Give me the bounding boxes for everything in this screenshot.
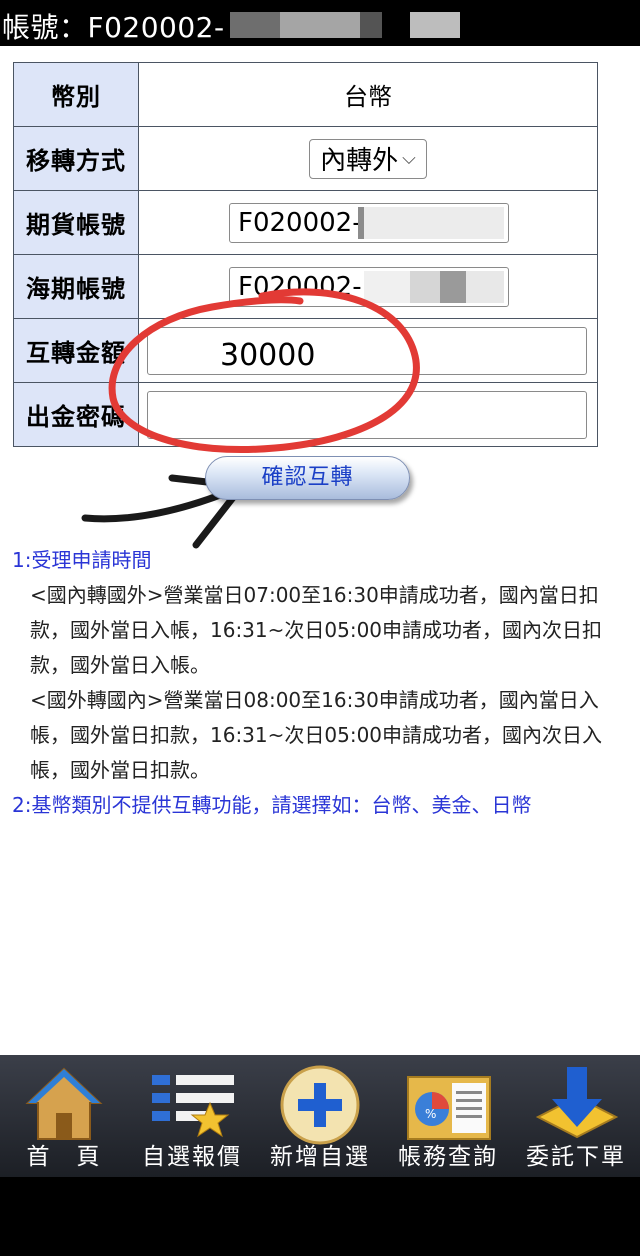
overseas-account-value: F020002- <box>238 272 362 302</box>
futures-account-value: F020002- <box>238 208 362 238</box>
download-arrow-icon <box>535 1067 619 1139</box>
notes: 1:受理申請時間 <國內轉國外>營業當日07:00至16:30申請成功者，國內當… <box>12 543 636 823</box>
redaction-mask <box>410 271 440 303</box>
currency-label: 幣別 <box>13 62 139 127</box>
row-transfer-method: 移轉方式 內轉外 ⌵ <box>13 126 598 191</box>
watchlist-icon <box>152 1075 234 1138</box>
transfer-amount-input[interactable]: 30000 <box>147 327 587 375</box>
account-label: 帳號：F020002- <box>2 11 225 44</box>
note-2: 2:基幣類別不提供互轉功能，請選擇如：台幣、美金、日幣 <box>12 793 532 817</box>
redaction-mask <box>280 12 360 38</box>
row-futures-account: 期貨帳號 F020002- <box>13 190 598 255</box>
nav-add-watch[interactable]: 新增自選 <box>256 1055 384 1177</box>
chevron-down-icon: ⌵ <box>402 148 416 169</box>
svg-text:%: % <box>425 1107 436 1121</box>
withdraw-password-input[interactable] <box>147 391 587 439</box>
nav-place-order-label: 委託下單 <box>526 1144 626 1170</box>
redaction-mask <box>466 271 504 303</box>
redaction-mask <box>410 12 460 38</box>
confirm-transfer-button[interactable]: 確認互轉 <box>205 456 410 500</box>
futures-account-label: 期貨帳號 <box>13 190 139 255</box>
overseas-account-label: 海期帳號 <box>13 254 139 319</box>
row-transfer-amount: 互轉金額 30000 <box>13 318 598 383</box>
nav-home[interactable]: 首 頁 <box>0 1055 128 1177</box>
transfer-method-select[interactable]: 內轉外 ⌵ <box>309 138 427 179</box>
nav-home-label: 首 頁 <box>26 1144 102 1170</box>
transfer-method-label: 移轉方式 <box>13 126 139 191</box>
plus-icon <box>280 1065 360 1145</box>
redaction-mask <box>364 271 410 303</box>
nav-account-query[interactable]: % 帳務查詢 <box>384 1055 512 1177</box>
nav-watchlist[interactable]: 自選報價 <box>128 1055 256 1177</box>
withdraw-password-label: 出金密碼 <box>13 382 139 447</box>
futures-account-field[interactable]: F020002- <box>229 203 509 243</box>
redaction-mask <box>440 271 466 303</box>
nav-place-order[interactable]: 委託下單 <box>512 1055 640 1177</box>
overseas-account-field[interactable]: F020002- <box>229 267 509 307</box>
nav-add-watch-label: 新增自選 <box>270 1144 370 1170</box>
redaction-mask <box>230 12 280 38</box>
note-1-domestic-to-foreign: <國內轉國外>營業當日07:00至16:30申請成功者，國內當日扣款，國外當日入… <box>30 583 603 677</box>
redaction-mask <box>360 12 382 38</box>
bottom-nav: 首 頁 自選報價 新增自選 % 帳務查詢 委託下單 <box>0 1055 640 1177</box>
nav-watchlist-label: 自選報價 <box>142 1144 242 1170</box>
note-1-foreign-to-domestic: <國外轉國內>營業當日08:00至16:30申請成功者，國內當日入帳，國外當日扣… <box>30 688 603 782</box>
note-1-title: 1:受理申請時間 <box>12 548 152 572</box>
row-withdraw-password: 出金密碼 <box>13 382 598 447</box>
home-icon <box>25 1067 103 1140</box>
redaction-mask <box>364 207 504 239</box>
transfer-form: 幣別 台幣 移轉方式 內轉外 ⌵ 期貨帳號 F020002- 海期帳號 F020… <box>13 62 598 447</box>
nav-account-query-label: 帳務查詢 <box>398 1144 498 1170</box>
currency-value: 台幣 <box>138 62 598 127</box>
row-overseas-account: 海期帳號 F020002- <box>13 254 598 319</box>
folder-chart-icon: % <box>407 1076 491 1140</box>
row-currency: 幣別 台幣 <box>13 62 598 127</box>
transfer-amount-label: 互轉金額 <box>13 318 139 383</box>
transfer-method-selected: 內轉外 <box>320 146 399 176</box>
system-bar <box>0 1177 640 1256</box>
top-bar: 帳號：F020002- <box>0 0 640 46</box>
